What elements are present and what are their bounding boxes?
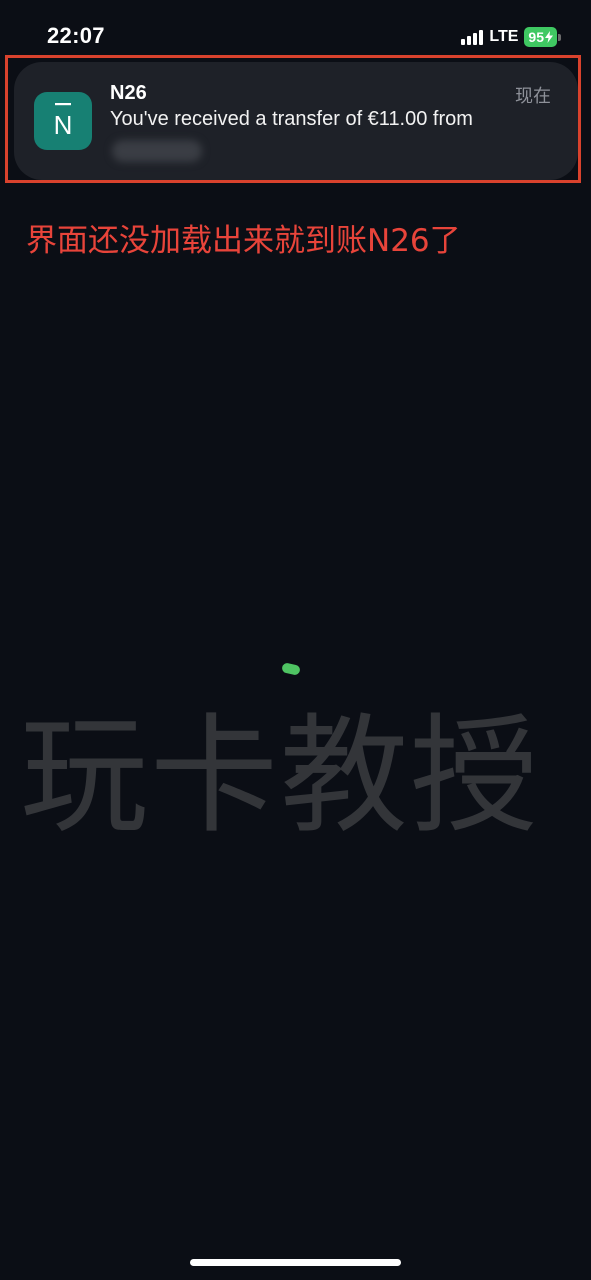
annotation-text: 界面还没加载出来就到账N26了 — [26, 223, 461, 259]
cellular-signal-icon — [461, 29, 484, 45]
status-bar: 22:07 LTE 95 — [0, 0, 591, 60]
status-time: 22:07 — [47, 23, 105, 48]
charging-bolt-icon — [545, 31, 553, 43]
watermark: 玩卡教授 — [20, 702, 541, 851]
battery-icon: 95 — [524, 27, 561, 47]
highlight-frame — [5, 55, 581, 183]
home-indicator[interactable] — [190, 1259, 401, 1266]
battery-level: 95 — [528, 29, 544, 45]
status-indicators: LTE 95 — [461, 27, 561, 47]
network-type-label: LTE — [489, 28, 519, 45]
